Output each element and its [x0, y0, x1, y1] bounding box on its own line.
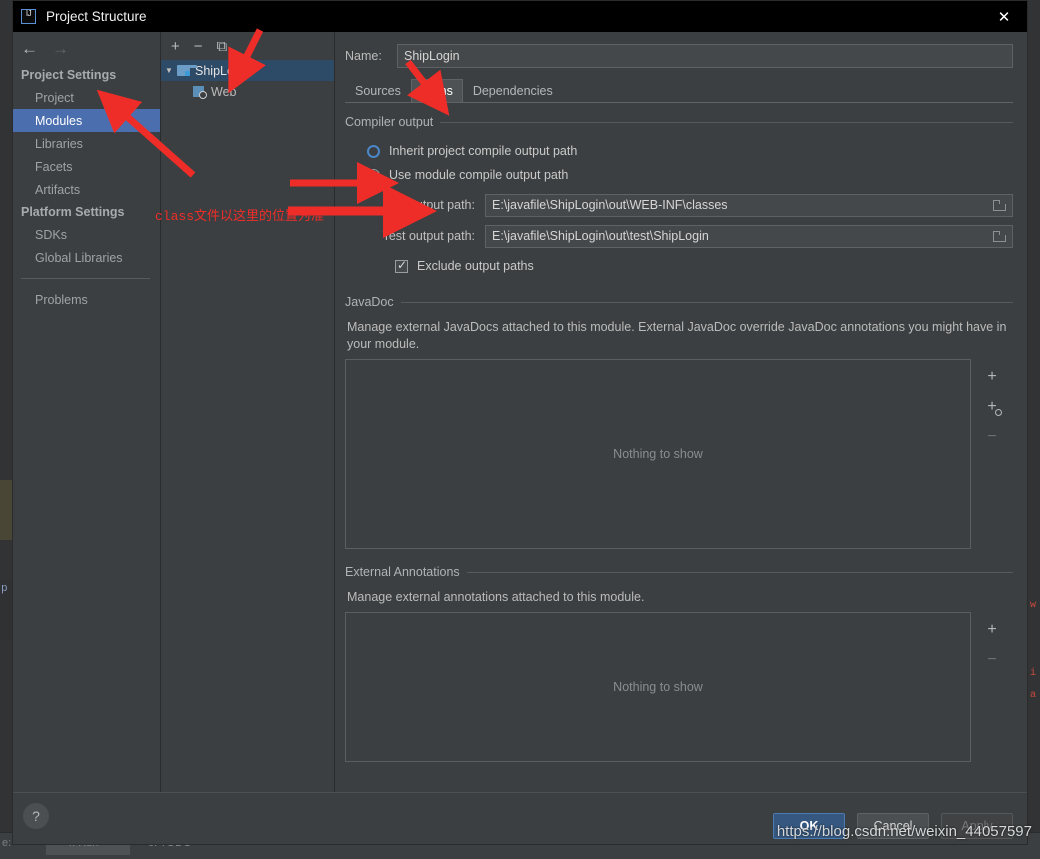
external-annotations-list[interactable]: Nothing to show [345, 612, 971, 762]
external-annotations-description: Manage external annotations attached to … [347, 589, 1013, 606]
radio-use-module-output[interactable]: Use module compile output path [345, 163, 1013, 187]
modules-tree: ▼ ShipLogin Web [161, 60, 334, 102]
dialog-title: Project Structure [46, 9, 147, 24]
output-path-row: Output path: E:\javafile\ShipLogin\out\W… [345, 192, 1013, 218]
exclude-output-paths-row[interactable]: Exclude output paths [345, 253, 1013, 279]
output-path-input[interactable]: E:\javafile\ShipLogin\out\WEB-INF\classe… [485, 194, 1013, 217]
sidebar-group-project-settings: Project Settings [13, 64, 160, 86]
test-output-path-input[interactable]: E:\javafile\ShipLogin\out\test\ShipLogin [485, 225, 1013, 248]
sidebar-navigation: ← → [13, 32, 160, 64]
minus-icon[interactable]: − [987, 652, 996, 668]
status-left-text: e: [2, 837, 11, 849]
tab-paths[interactable]: Paths [411, 79, 463, 102]
external-annotations-header: External Annotations [345, 565, 1013, 579]
settings-sidebar: ← → Project Settings Project Modules Lib… [13, 32, 161, 792]
output-path-value: E:\javafile\ShipLogin\out\WEB-INF\classe… [486, 198, 728, 212]
radio-label: Inherit project compile output path [389, 144, 577, 158]
javadoc-empty-text: Nothing to show [613, 447, 703, 461]
watermark-url: https://blog.csdn.net/weixin_44057597 [777, 823, 1032, 840]
dialog-body: ← → Project Settings Project Modules Lib… [13, 32, 1027, 792]
folder-browse-icon[interactable] [993, 231, 1006, 242]
module-paths-panel: Name: ShipLogin Sources Paths Dependenci… [335, 32, 1027, 792]
ide-right-code-a: a [1027, 690, 1039, 701]
external-annotations-group: External Annotations Manage external ann… [345, 565, 1013, 762]
tabs-underline [345, 102, 1013, 103]
compiler-output-title: Compiler output [345, 115, 433, 129]
ide-right-code-i: i [1027, 668, 1039, 679]
sidebar-item-problems[interactable]: Problems [13, 288, 160, 311]
intellij-idea-logo-icon [21, 9, 36, 24]
javadoc-tools: + + − [971, 359, 1013, 549]
modules-tree-toolbar: + − ⧉ [161, 32, 334, 60]
arrow-left-icon[interactable]: ← [21, 40, 38, 57]
chevron-down-icon[interactable]: ▼ [161, 66, 177, 75]
test-output-path-row: Test output path: E:\javafile\ShipLogin\… [345, 223, 1013, 249]
radio-button-unselected-icon[interactable] [367, 145, 380, 158]
checkbox-checked-icon[interactable] [395, 260, 408, 273]
group-divider [467, 572, 1013, 573]
group-divider [401, 302, 1013, 303]
plus-icon[interactable]: + [987, 622, 996, 638]
ide-right-code-w: w [1027, 600, 1039, 611]
module-tabs: Sources Paths Dependencies [345, 79, 1013, 102]
javadoc-title: JavaDoc [345, 295, 394, 309]
dialog-titlebar: Project Structure ✕ [13, 1, 1027, 32]
folder-browse-icon[interactable] [993, 200, 1006, 211]
radio-inherit-project-output[interactable]: Inherit project compile output path [345, 139, 1013, 163]
sidebar-item-facets[interactable]: Facets [13, 155, 160, 178]
help-button[interactable]: ? [23, 803, 49, 829]
test-output-path-label: Test output path: [345, 229, 485, 243]
javadoc-listbox-wrap: Nothing to show + + − [345, 359, 1013, 549]
sidebar-item-project[interactable]: Project [13, 86, 160, 109]
test-output-path-value: E:\javafile\ShipLogin\out\test\ShipLogin [486, 229, 709, 243]
external-annotations-empty-text: Nothing to show [613, 680, 703, 694]
minus-icon[interactable]: − [987, 429, 996, 445]
tree-node-label: ShipLogin [195, 64, 251, 78]
sidebar-item-libraries[interactable]: Libraries [13, 132, 160, 155]
close-icon[interactable]: ✕ [981, 1, 1027, 32]
copy-icon[interactable]: ⧉ [217, 39, 228, 54]
ide-right-toolwindow-strip [1026, 0, 1040, 854]
tree-node-web[interactable]: Web [161, 81, 334, 102]
sidebar-divider [21, 278, 150, 279]
project-structure-dialog: Project Structure ✕ ← → Project Settings… [12, 0, 1028, 845]
plus-url-icon[interactable]: + [987, 399, 996, 415]
external-annotations-title: External Annotations [345, 565, 460, 579]
arrow-right-icon[interactable]: → [52, 40, 69, 57]
plus-icon[interactable]: + [171, 39, 180, 54]
external-annotations-tools: + − [971, 612, 1013, 762]
radio-label: Use module compile output path [389, 168, 568, 182]
tree-node-shiplogin[interactable]: ▼ ShipLogin [161, 60, 334, 81]
javadoc-list[interactable]: Nothing to show [345, 359, 971, 549]
sidebar-item-sdks[interactable]: SDKs [13, 223, 160, 246]
javadoc-group: JavaDoc Manage external JavaDocs attache… [345, 295, 1013, 549]
exclude-output-paths-label: Exclude output paths [417, 259, 534, 273]
web-facet-icon [193, 86, 206, 98]
compiler-output-group: Compiler output Inherit project compile … [345, 115, 1013, 279]
sidebar-item-modules[interactable]: Modules [13, 109, 160, 132]
sidebar-item-global-libraries[interactable]: Global Libraries [13, 246, 160, 269]
module-name-row: Name: ShipLogin [345, 44, 1013, 68]
output-path-label: Output path: [345, 198, 485, 212]
group-divider [440, 122, 1013, 123]
external-annotations-listbox-wrap: Nothing to show + − [345, 612, 1013, 762]
tree-node-label: Web [211, 85, 236, 99]
minus-icon[interactable]: − [194, 39, 203, 54]
javadoc-description: Manage external JavaDocs attached to thi… [347, 319, 1013, 353]
module-name-label: Name: [345, 49, 397, 63]
module-name-input[interactable]: ShipLogin [397, 44, 1013, 68]
sidebar-item-artifacts[interactable]: Artifacts [13, 178, 160, 201]
plus-icon[interactable]: + [987, 369, 996, 385]
modules-tree-panel: + − ⧉ ▼ ShipLogin Web [161, 32, 335, 792]
sidebar-group-platform-settings: Platform Settings [13, 201, 160, 223]
tab-sources[interactable]: Sources [345, 79, 411, 102]
javadoc-header: JavaDoc [345, 295, 1013, 309]
compiler-output-header: Compiler output [345, 115, 1013, 129]
radio-button-selected-icon[interactable] [367, 169, 380, 182]
module-folder-icon [177, 65, 190, 76]
tab-dependencies[interactable]: Dependencies [463, 79, 563, 102]
